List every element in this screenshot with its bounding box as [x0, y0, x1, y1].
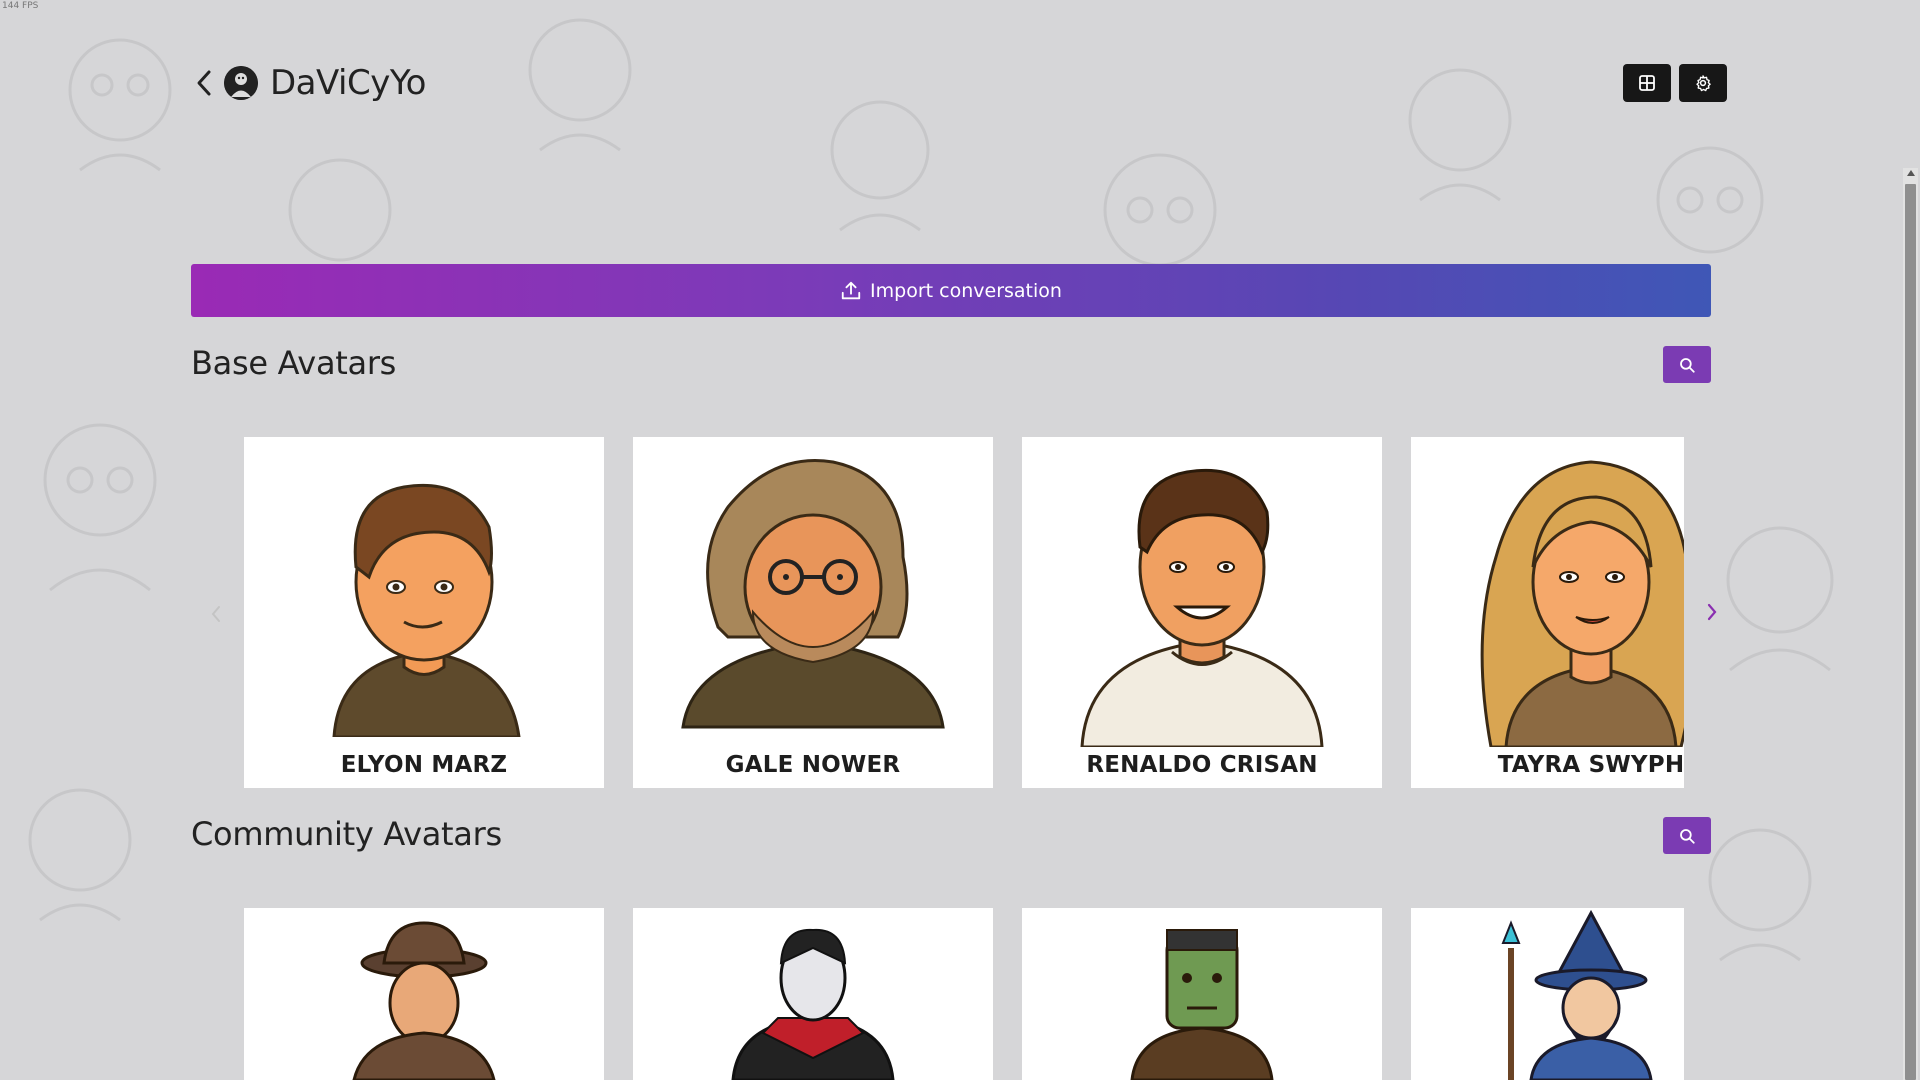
settings-button[interactable] [1679, 64, 1727, 102]
avatar-card[interactable]: GALE NOWER [633, 437, 993, 788]
avatar-card[interactable]: TAYRA SWYPH [1411, 437, 1684, 788]
grid-icon [1639, 75, 1655, 91]
avatar-image [681, 458, 945, 729]
avatar-card[interactable]: RENALDO CRISAN [1022, 437, 1382, 788]
chevron-left-icon [197, 70, 211, 96]
avatar-card[interactable] [244, 908, 604, 1080]
import-conversation-button[interactable]: Import conversation [191, 264, 1711, 317]
base-carousel-prev-button[interactable] [204, 594, 228, 634]
avatar-card[interactable]: ELYON MARZ [244, 437, 604, 788]
search-icon [1680, 828, 1695, 844]
chevron-left-icon [211, 606, 220, 622]
grid-view-button[interactable] [1623, 64, 1671, 102]
base-avatars-title: Base Avatars [191, 344, 397, 382]
community-avatars-title: Community Avatars [191, 815, 502, 853]
scrollbar-thumb[interactable] [1905, 184, 1916, 1080]
avatar-name: TAYRA SWYPH [1497, 752, 1684, 778]
chevron-right-icon [1707, 603, 1717, 621]
scroll-up-arrow[interactable] [1903, 170, 1918, 182]
app-title: DaViCyYo [270, 63, 426, 103]
avatar-image [1480, 460, 1684, 747]
avatar-image [1080, 468, 1324, 747]
app-logo [224, 66, 258, 100]
gear-icon [1696, 75, 1711, 92]
top-actions [1623, 64, 1727, 102]
fps-counter: 144 FPS [2, 1, 39, 11]
app-header: DaViCyYo [190, 62, 426, 104]
avatar-name: RENALDO CRISAN [1086, 752, 1318, 778]
avatar-image [1130, 929, 1274, 1080]
base-carousel-next-button[interactable] [1700, 592, 1724, 632]
avatar-name: ELYON MARZ [340, 752, 508, 778]
community-avatars-carousel [244, 908, 1684, 1080]
import-label: Import conversation [870, 279, 1062, 302]
avatar-card[interactable] [1022, 908, 1382, 1080]
avatar-image [1501, 909, 1653, 1080]
avatar-card[interactable] [633, 908, 993, 1080]
avatar-image [352, 921, 496, 1080]
base-avatars-search-button[interactable] [1663, 346, 1711, 383]
avatar-image [332, 483, 521, 737]
avatar-card[interactable] [1411, 908, 1684, 1080]
upload-icon [841, 281, 861, 299]
community-avatars-search-button[interactable] [1663, 817, 1711, 854]
back-button[interactable] [190, 62, 218, 104]
search-icon [1680, 357, 1695, 373]
avatar-image [731, 928, 895, 1080]
scrollbar[interactable] [1903, 168, 1918, 1080]
base-avatars-carousel: ELYON MARZ GALE NOWER RENALDO CRISAN TAY… [244, 437, 1684, 788]
avatar-name: GALE NOWER [725, 752, 901, 778]
